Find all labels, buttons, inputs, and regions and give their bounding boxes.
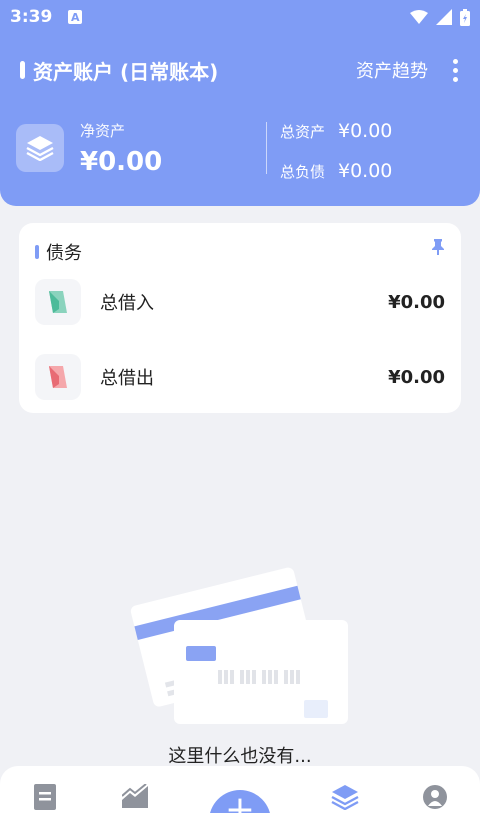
header: 3:39 A 资产账户 (日常账本) 资产趋势 净资产 ¥0.00 总资产 ¥0… bbox=[0, 0, 480, 206]
empty-cards-illustration bbox=[130, 567, 348, 724]
add-button[interactable]: + bbox=[209, 790, 271, 813]
debt-card: 债务 总借入 ¥0.00 总借出 ¥0.00 bbox=[19, 223, 461, 413]
net-assets-value: ¥0.00 bbox=[80, 146, 163, 177]
nav-chart[interactable] bbox=[119, 784, 151, 813]
lend-out-icon bbox=[35, 354, 81, 400]
asset-trend-button[interactable]: 资产趋势 bbox=[356, 57, 428, 83]
page-title: 资产账户 (日常账本) bbox=[33, 59, 219, 84]
chart-icon bbox=[122, 784, 148, 808]
nav-profile[interactable] bbox=[419, 784, 451, 813]
ledger-icon bbox=[34, 784, 56, 810]
total-liabilities-label: 总负债 bbox=[280, 162, 326, 181]
section-marker bbox=[35, 245, 39, 259]
status-bar: 3:39 A bbox=[0, 0, 480, 34]
total-assets-value: ¥0.00 bbox=[338, 120, 393, 142]
title-bar: 资产账户 (日常账本) 资产趋势 bbox=[0, 48, 480, 92]
bottom-navigation: + bbox=[0, 766, 480, 813]
nav-ledger[interactable] bbox=[29, 784, 61, 813]
layers-icon bbox=[16, 124, 64, 172]
nav-assets[interactable] bbox=[329, 784, 361, 813]
assets-icon bbox=[331, 785, 359, 810]
lend-out-amount: ¥0.00 bbox=[388, 366, 445, 388]
status-icons bbox=[410, 8, 470, 26]
wifi-icon bbox=[410, 10, 428, 24]
net-assets-label: 净资产 bbox=[80, 121, 126, 140]
totals: 总资产 ¥0.00 总负债 ¥0.00 bbox=[280, 116, 392, 196]
status-time: 3:39 bbox=[10, 7, 53, 27]
signal-icon bbox=[436, 9, 452, 25]
debt-row-borrow-in[interactable]: 总借入 ¥0.00 bbox=[35, 278, 445, 326]
total-assets-row: 总资产 ¥0.00 bbox=[280, 116, 392, 146]
empty-state-text: 这里什么也没有... bbox=[168, 746, 312, 767]
pin-icon[interactable] bbox=[431, 239, 445, 255]
lend-out-label: 总借出 bbox=[100, 368, 154, 389]
total-liabilities-row: 总负债 ¥0.00 bbox=[280, 156, 392, 186]
title-marker bbox=[20, 61, 25, 79]
more-menu-icon[interactable] bbox=[450, 58, 460, 82]
debt-card-header: 债务 bbox=[35, 239, 82, 265]
total-assets-label: 总资产 bbox=[280, 122, 326, 141]
borrow-in-label: 总借入 bbox=[100, 293, 154, 314]
summary-divider bbox=[266, 122, 267, 174]
asset-summary: 净资产 ¥0.00 总资产 ¥0.00 总负债 ¥0.00 bbox=[16, 116, 464, 182]
total-liabilities-value: ¥0.00 bbox=[338, 160, 393, 182]
debt-card-title: 债务 bbox=[46, 243, 82, 264]
net-assets: 净资产 ¥0.00 bbox=[80, 120, 162, 177]
borrow-in-icon bbox=[35, 279, 81, 325]
notification-icon: A bbox=[68, 10, 83, 24]
profile-icon bbox=[423, 785, 447, 809]
debt-row-lend-out[interactable]: 总借出 ¥0.00 bbox=[35, 353, 445, 401]
borrow-in-amount: ¥0.00 bbox=[388, 291, 445, 313]
battery-icon bbox=[460, 8, 470, 26]
